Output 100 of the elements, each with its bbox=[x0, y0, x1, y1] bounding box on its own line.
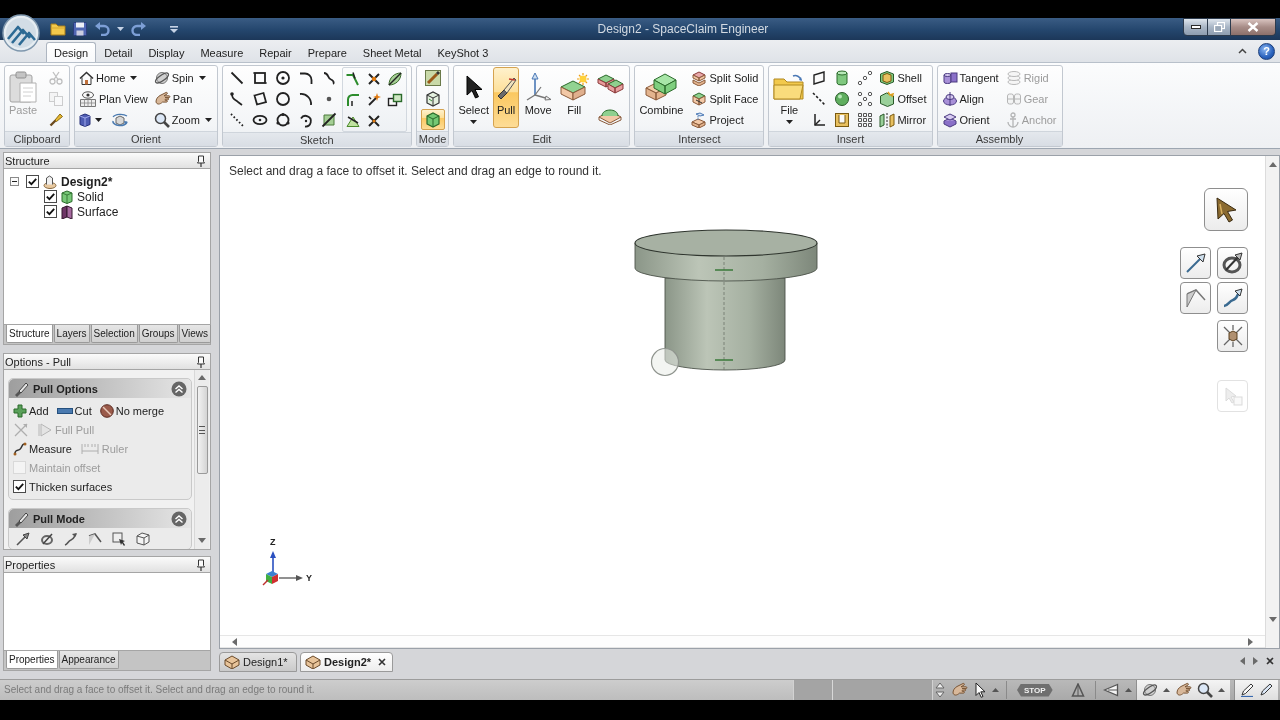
caret-icon[interactable] bbox=[117, 27, 124, 31]
ribbon-button[interactable]: Zoom bbox=[151, 109, 215, 130]
circle-icon[interactable] bbox=[275, 69, 292, 86]
ribbon-tab[interactable]: Measure bbox=[192, 42, 252, 62]
close-icon[interactable] bbox=[378, 658, 387, 666]
cross-icon[interactable] bbox=[366, 91, 383, 108]
leaf-icon[interactable] bbox=[387, 70, 404, 87]
ribbon-button[interactable]: Plan View bbox=[77, 88, 151, 109]
spline-icon[interactable] bbox=[321, 69, 338, 86]
ribbon-button[interactable]: File bbox=[771, 67, 808, 128]
scrollbar[interactable] bbox=[194, 370, 209, 549]
u-channel-icon[interactable] bbox=[834, 111, 851, 128]
bend-icon[interactable] bbox=[345, 91, 362, 108]
zoom-icon[interactable] bbox=[1196, 682, 1213, 698]
option-button[interactable]: Add bbox=[13, 403, 49, 418]
dots-icon[interactable] bbox=[857, 69, 874, 86]
hand-icon[interactable] bbox=[951, 682, 968, 698]
ribbon-button[interactable]: Pull bbox=[493, 67, 520, 128]
hand-icon[interactable] bbox=[1174, 682, 1192, 698]
panel-tab[interactable]: Selection bbox=[90, 325, 138, 343]
panel-tab[interactable]: Appearance bbox=[58, 651, 119, 669]
triangle-up-icon[interactable] bbox=[1268, 162, 1277, 167]
ribbon-tab[interactable]: Sheet Metal bbox=[354, 42, 430, 62]
panel-tab[interactable]: Layers bbox=[53, 325, 90, 343]
panel-tab[interactable]: Structure bbox=[6, 325, 53, 343]
tool-guide-button[interactable] bbox=[1217, 320, 1248, 352]
triangle-right-icon[interactable] bbox=[1248, 637, 1253, 646]
orbit-icon[interactable] bbox=[111, 111, 129, 128]
triangle-right-icon[interactable] bbox=[1253, 656, 1258, 665]
document-tab[interactable]: Design1* bbox=[219, 652, 297, 672]
chevron-up-icon[interactable] bbox=[1238, 48, 1247, 54]
pencil-icon[interactable] bbox=[1239, 683, 1254, 697]
triangle-outline-icon[interactable] bbox=[1102, 683, 1119, 697]
tool-guide-button[interactable] bbox=[1217, 282, 1248, 314]
ribbon-button[interactable]: Project bbox=[689, 109, 762, 130]
caret-up-icon[interactable] bbox=[1217, 688, 1225, 692]
arc-icon[interactable] bbox=[298, 90, 315, 107]
caret-up-icon[interactable] bbox=[1162, 688, 1170, 692]
checkbox[interactable] bbox=[26, 175, 39, 188]
sphere-icon[interactable] bbox=[834, 90, 851, 107]
pin-icon[interactable] bbox=[197, 355, 205, 368]
ribbon-button[interactable]: Select bbox=[456, 67, 491, 128]
box-cursor-icon[interactable] bbox=[111, 530, 127, 547]
triangle-down-icon[interactable] bbox=[198, 538, 206, 543]
dashed-line-icon[interactable] bbox=[811, 90, 828, 107]
save-icon[interactable] bbox=[73, 22, 87, 36]
ribbon-button[interactable]: Spin bbox=[151, 67, 215, 88]
ribbon-button[interactable]: Shell bbox=[877, 67, 930, 88]
collapse-icon[interactable] bbox=[10, 177, 19, 186]
ribbon-button[interactable]: Split Face bbox=[689, 88, 762, 109]
ribbon-button[interactable]: Align bbox=[939, 88, 1002, 109]
customize-icon[interactable] bbox=[170, 25, 178, 33]
tool-guide-button[interactable] bbox=[1180, 247, 1211, 279]
stop-button[interactable]: STOP bbox=[1017, 683, 1053, 697]
caret-icon[interactable] bbox=[95, 117, 102, 122]
triangle-icon[interactable] bbox=[1070, 683, 1085, 697]
caret-up-icon[interactable] bbox=[992, 688, 999, 692]
scrollbar[interactable] bbox=[220, 635, 1265, 648]
ribbon-button[interactable]: Combine bbox=[637, 67, 686, 128]
triangle-left-icon[interactable] bbox=[1240, 656, 1245, 665]
cube-icon[interactable] bbox=[79, 112, 91, 127]
ribbon-tab[interactable]: KeyShot 3 bbox=[429, 42, 497, 62]
panel-tab[interactable]: Views bbox=[178, 325, 212, 343]
triangle-left-icon[interactable] bbox=[232, 637, 237, 646]
ribbon-button[interactable]: Home bbox=[77, 67, 151, 88]
rectangle-icon[interactable] bbox=[252, 69, 269, 86]
caret-up-icon[interactable] bbox=[1124, 688, 1132, 692]
ribbon-button[interactable]: Offset bbox=[877, 88, 930, 109]
slashed-square-icon[interactable] bbox=[321, 111, 338, 128]
ribbon-tab[interactable]: Prepare bbox=[299, 42, 355, 62]
squares-icon[interactable] bbox=[387, 91, 404, 108]
double-chevron-up-icon[interactable] bbox=[171, 510, 187, 527]
triangle-down-icon[interactable] bbox=[1268, 617, 1277, 622]
ribbon-button[interactable]: Move bbox=[521, 67, 556, 128]
cross-icon[interactable] bbox=[366, 70, 383, 87]
checkbox[interactable] bbox=[44, 205, 57, 218]
redo-icon[interactable] bbox=[131, 22, 147, 36]
circle-icon[interactable] bbox=[275, 90, 292, 107]
wave-arrow-icon[interactable] bbox=[63, 530, 79, 547]
plane-icon[interactable] bbox=[811, 69, 828, 86]
checkbox[interactable] bbox=[13, 480, 26, 493]
folder-icon[interactable] bbox=[50, 22, 66, 36]
cursor-icon[interactable] bbox=[974, 682, 986, 698]
angle-icon[interactable] bbox=[87, 530, 103, 547]
ribbon-button[interactable]: Mirror bbox=[877, 109, 930, 130]
corner-icon[interactable] bbox=[345, 70, 362, 87]
close-icon[interactable] bbox=[1266, 656, 1274, 665]
option-button[interactable]: No merge bbox=[99, 403, 164, 418]
up-down-arrows-icon[interactable] bbox=[935, 682, 945, 698]
panel-tab[interactable]: Groups bbox=[138, 325, 178, 343]
ribbon-button[interactable]: Orient bbox=[939, 109, 1002, 130]
tool-guide-button[interactable] bbox=[1204, 188, 1248, 231]
dots-icon[interactable] bbox=[857, 90, 874, 107]
triangle-up-icon[interactable] bbox=[198, 375, 206, 380]
ribbon-button[interactable]: Fill bbox=[557, 67, 592, 128]
ribbon-tab[interactable]: Detail bbox=[96, 42, 141, 62]
option-button[interactable]: Cut bbox=[56, 404, 92, 417]
restore-button[interactable] bbox=[1208, 18, 1231, 36]
box-outline-icon[interactable] bbox=[135, 530, 151, 547]
squares-grid-icon[interactable] bbox=[857, 111, 874, 128]
